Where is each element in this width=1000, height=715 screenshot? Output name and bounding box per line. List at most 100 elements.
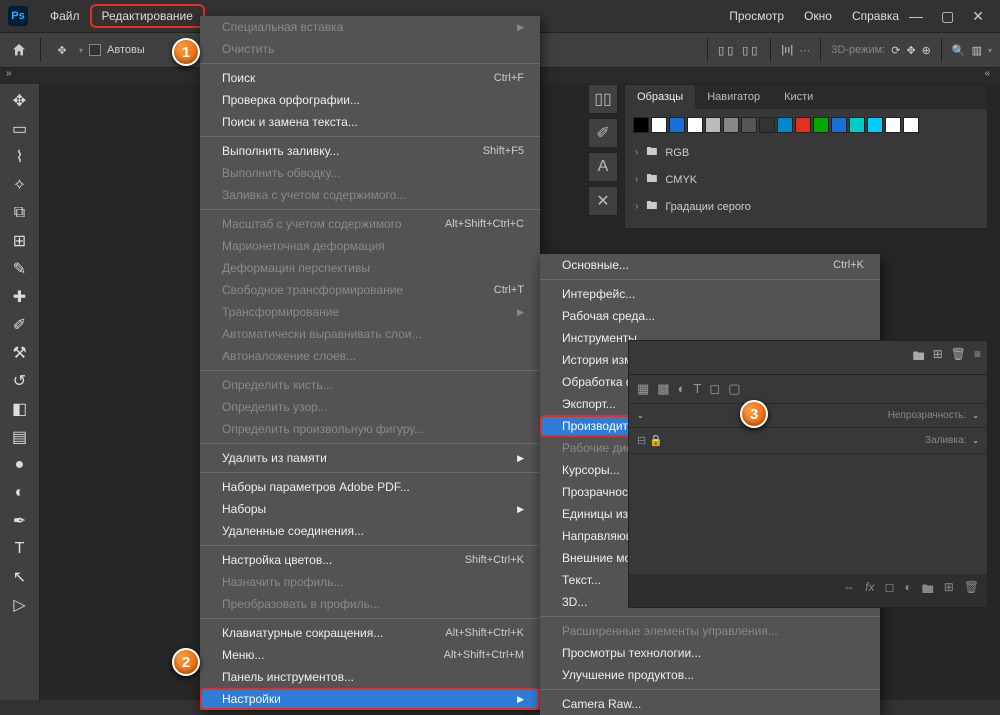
dock-brush-icon[interactable]: ✐ bbox=[588, 118, 618, 148]
menu-help[interactable]: Справка bbox=[842, 5, 909, 27]
align-icon[interactable]: ▯▯ ▯▯ bbox=[718, 44, 760, 57]
prefs-menu-item[interactable]: Основные...Ctrl+K bbox=[540, 254, 880, 276]
menu-edit[interactable]: Редактирование bbox=[90, 4, 205, 28]
wand-tool[interactable]: ✧ bbox=[5, 172, 35, 198]
minimize-icon[interactable]: — bbox=[909, 8, 923, 25]
edit-menu-item[interactable]: Настройка цветов...Shift+Ctrl+K bbox=[200, 549, 540, 571]
path-tool[interactable]: ↖ bbox=[5, 564, 35, 590]
prefs-menu-item[interactable]: Рабочая среда... bbox=[540, 305, 880, 327]
fx-icon[interactable]: fx bbox=[865, 580, 874, 601]
prefs-menu-item[interactable]: Просмотры технологии... bbox=[540, 642, 880, 664]
blend-dropdown[interactable]: ⌄ bbox=[637, 411, 644, 420]
prefs-menu-item[interactable]: Camera Raw... bbox=[540, 693, 880, 715]
swatch[interactable] bbox=[831, 117, 847, 133]
new-item-icon[interactable]: ⊞ bbox=[933, 347, 943, 368]
search-icon[interactable]: 🔍 bbox=[952, 44, 966, 57]
edit-menu-item[interactable]: Клавиатурные сокращения...Alt+Shift+Ctrl… bbox=[200, 622, 540, 644]
swatch[interactable] bbox=[651, 117, 667, 133]
tab-navigator[interactable]: Навигатор bbox=[695, 85, 772, 109]
swatch[interactable] bbox=[723, 117, 739, 133]
swatch[interactable] bbox=[813, 117, 829, 133]
dodge-tool[interactable]: ◐ bbox=[5, 480, 35, 506]
adj-icon[interactable]: ◐ bbox=[904, 580, 911, 601]
swatch[interactable] bbox=[669, 117, 685, 133]
autoselect-checkbox[interactable] bbox=[89, 44, 101, 56]
lasso-tool[interactable]: ⌇ bbox=[5, 144, 35, 170]
orbit-icon[interactable]: ⟳ bbox=[891, 44, 900, 57]
panel-menu-icon[interactable]: ≡ bbox=[974, 347, 981, 368]
eraser-tool[interactable]: ◧ bbox=[5, 396, 35, 422]
zoom3d-icon[interactable]: ⊕ bbox=[922, 44, 931, 57]
swatch[interactable] bbox=[795, 117, 811, 133]
history-brush-tool[interactable]: ↺ bbox=[5, 368, 35, 394]
group-icon[interactable]: 🖿 bbox=[922, 580, 934, 601]
edit-menu-item[interactable]: Проверка орфографии... bbox=[200, 89, 540, 111]
edit-menu-item[interactable]: Удалить из памяти▶ bbox=[200, 447, 540, 469]
dock-history-icon[interactable]: ▯▯ bbox=[588, 84, 618, 114]
edit-menu-item[interactable]: Наборы параметров Adobe PDF... bbox=[200, 476, 540, 498]
selection-tool[interactable]: ▷ bbox=[5, 592, 35, 618]
swatch[interactable] bbox=[741, 117, 757, 133]
workspace-icon[interactable]: ▥ bbox=[972, 44, 982, 57]
adjust-icon[interactable]: ◐ bbox=[678, 381, 686, 397]
swatch[interactable] bbox=[777, 117, 793, 133]
mask-icon[interactable]: ◻ bbox=[884, 580, 894, 601]
edit-menu-item[interactable]: Меню...Alt+Shift+Ctrl+M bbox=[200, 644, 540, 666]
folder-rgb[interactable]: ›🖿RGB bbox=[633, 139, 979, 166]
tab-brushes[interactable]: Кисти bbox=[772, 85, 825, 109]
edit-menu-item[interactable]: Настройки▶ bbox=[200, 688, 540, 710]
heal-tool[interactable]: ✚ bbox=[5, 284, 35, 310]
edit-menu-item[interactable]: Выполнить заливку...Shift+F5 bbox=[200, 140, 540, 162]
edit-menu-item[interactable]: Наборы▶ bbox=[200, 498, 540, 520]
distribute-icon[interactable]: |ıı| bbox=[781, 44, 793, 56]
tab-swatches[interactable]: Образцы bbox=[625, 85, 695, 109]
close-icon[interactable]: ✕ bbox=[972, 8, 984, 25]
gradient-tool[interactable]: ▤ bbox=[5, 424, 35, 450]
marquee-tool[interactable]: ▭ bbox=[5, 116, 35, 142]
blur-tool[interactable]: ● bbox=[5, 452, 35, 478]
img-filter-icon[interactable]: ▩ bbox=[657, 381, 669, 397]
prefs-menu-item[interactable]: Улучшение продуктов... bbox=[540, 664, 880, 686]
brush-tool[interactable]: ✐ bbox=[5, 312, 35, 338]
filter-icon[interactable]: ▦ bbox=[637, 381, 649, 397]
type-filter-icon[interactable]: T bbox=[693, 381, 701, 397]
move-tool[interactable]: ✥ bbox=[5, 88, 35, 114]
edit-menu-item[interactable]: ПоискCtrl+F bbox=[200, 67, 540, 89]
menu-window[interactable]: Окно bbox=[794, 5, 842, 27]
swatch[interactable] bbox=[885, 117, 901, 133]
trash-icon[interactable]: 🗑 bbox=[951, 347, 966, 368]
folder-cmyk[interactable]: ›🖿CMYK bbox=[633, 166, 979, 193]
move-tool-icon[interactable]: ✥ bbox=[51, 39, 73, 61]
smart-filter-icon[interactable]: ▢ bbox=[728, 381, 740, 397]
swatch[interactable] bbox=[705, 117, 721, 133]
eyedropper-tool[interactable]: ✎ bbox=[5, 256, 35, 282]
prefs-menu-item[interactable]: Интерфейс... bbox=[540, 283, 880, 305]
menu-view[interactable]: Просмотр bbox=[719, 5, 794, 27]
shape-filter-icon[interactable]: ◻ bbox=[709, 381, 720, 397]
swatch[interactable] bbox=[867, 117, 883, 133]
edit-menu-item[interactable]: Удаленные соединения... bbox=[200, 520, 540, 542]
pan3d-icon[interactable]: ✥ bbox=[906, 44, 915, 57]
lock-icon[interactable]: ⊟ 🔒 bbox=[637, 434, 663, 447]
new-folder-icon[interactable]: 🖿 bbox=[913, 347, 925, 368]
type-tool[interactable]: T bbox=[5, 536, 35, 562]
folder-gray[interactable]: ›🖿Градации серого bbox=[633, 193, 979, 220]
swatch[interactable] bbox=[759, 117, 775, 133]
dock-tools-icon[interactable]: ✕ bbox=[588, 186, 618, 216]
menu-file[interactable]: Файл bbox=[40, 5, 90, 27]
home-icon[interactable] bbox=[8, 39, 30, 61]
dock-char-icon[interactable]: A bbox=[588, 152, 618, 182]
expand-left-icon[interactable]: » bbox=[6, 68, 12, 84]
pen-tool[interactable]: ✒ bbox=[5, 508, 35, 534]
delete-icon[interactable]: 🗑 bbox=[964, 580, 979, 601]
swatch[interactable] bbox=[903, 117, 919, 133]
new-layer-icon[interactable]: ⊞ bbox=[944, 580, 954, 601]
swatch[interactable] bbox=[849, 117, 865, 133]
swatch[interactable] bbox=[633, 117, 649, 133]
edit-menu-item[interactable]: Поиск и замена текста... bbox=[200, 111, 540, 133]
maximize-icon[interactable]: ▢ bbox=[941, 8, 954, 25]
expand-right-icon[interactable]: « bbox=[984, 68, 990, 79]
frame-tool[interactable]: ⊞ bbox=[5, 228, 35, 254]
swatch[interactable] bbox=[687, 117, 703, 133]
crop-tool[interactable]: ⧉ bbox=[5, 200, 35, 226]
